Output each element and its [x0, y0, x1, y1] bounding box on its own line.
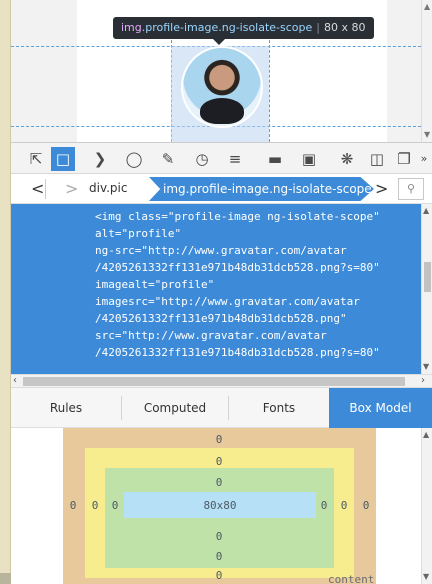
- scroll-down-icon[interactable]: ▼: [423, 572, 429, 581]
- scroll-down-icon[interactable]: ▼: [424, 130, 430, 139]
- border-top-value[interactable]: 0: [209, 455, 229, 468]
- padding-left-value[interactable]: 0: [105, 499, 125, 512]
- performance-icon[interactable]: ◷: [190, 147, 214, 171]
- tooltip-tag: img: [121, 21, 142, 34]
- border-right-value[interactable]: 0: [334, 499, 354, 512]
- guide-line-right: [269, 40, 270, 142]
- markup-horizontal-scrollbar[interactable]: ‹ ›: [11, 374, 432, 388]
- markup-line[interactable]: ng-src="http://www.gravatar.com/avatar: [95, 242, 347, 259]
- tab-box-model[interactable]: Box Model: [329, 388, 432, 428]
- avatar-shirt: [200, 98, 244, 124]
- breadcrumb-next-icon[interactable]: >: [375, 179, 388, 199]
- breadcrumb-forward-icon[interactable]: >: [65, 179, 78, 199]
- scratchpad-icon[interactable]: ▣: [297, 147, 321, 171]
- border-bottom-value[interactable]: 0: [209, 550, 229, 563]
- settings-icon[interactable]: ❋: [335, 147, 359, 171]
- scroll-up-icon[interactable]: ▲: [423, 430, 429, 439]
- scroll-down-icon[interactable]: ▼: [423, 362, 429, 371]
- storage-icon[interactable]: ▬: [263, 147, 287, 171]
- split-console-icon[interactable]: ❐: [392, 147, 416, 171]
- page-preview: img.profile-image.ng-isolate-scope | 80 x …: [11, 0, 421, 142]
- markup-vertical-scrollbar[interactable]: ▲ ▼: [421, 204, 432, 374]
- network-icon[interactable]: ≡: [223, 147, 247, 171]
- margin-bottom-value[interactable]: 0: [209, 569, 229, 582]
- breadcrumb-back-icon[interactable]: <: [31, 179, 44, 199]
- margin-right-value[interactable]: 0: [356, 499, 376, 512]
- box-model-panel: 0 0 0 0 0 0 0 0 0 0 0 0 80x80 content: [11, 428, 421, 584]
- markup-line[interactable]: imagealt="profile": [95, 276, 214, 293]
- tab-rules[interactable]: Rules: [11, 388, 121, 428]
- margin-top-value[interactable]: 0: [209, 433, 229, 446]
- tooltip-classes: .profile-image.ng-isolate-scope: [141, 21, 313, 34]
- box-model-caption: content: [328, 573, 375, 584]
- markup-line[interactable]: <img class="profile-image ng-isolate-sco…: [95, 208, 380, 225]
- markup-line[interactable]: src="http://www.gravatar.com/avatar: [95, 327, 327, 344]
- markup-line[interactable]: imagesrc="http://www.gravatar.com/avatar: [95, 293, 360, 310]
- gutter-corner: [0, 573, 11, 584]
- breadcrumb: < > div.pic img.profile-image.ng-isolate…: [11, 174, 432, 204]
- scroll-up-icon[interactable]: ▲: [423, 206, 429, 215]
- padding-bottom-value[interactable]: 0: [209, 530, 229, 543]
- tab-fonts[interactable]: Fonts: [229, 388, 329, 428]
- markup-view[interactable]: <img class="profile-image ng-isolate-sco…: [11, 204, 421, 374]
- markup-line[interactable]: /4205261332ff131e971b48db31dcb528.png?s=…: [95, 259, 380, 276]
- scrollbar-thumb[interactable]: [23, 377, 405, 386]
- responsive-mode-icon[interactable]: □: [51, 147, 75, 171]
- breadcrumb-divider: [45, 179, 46, 199]
- profile-image[interactable]: [183, 48, 261, 126]
- scroll-left-icon[interactable]: ‹: [13, 375, 17, 386]
- border-left-value[interactable]: 0: [85, 499, 105, 512]
- breadcrumb-item-img[interactable]: img.profile-image.ng-isolate-scope: [149, 177, 374, 201]
- markup-line[interactable]: alt="profile": [95, 225, 181, 242]
- pick-element-icon[interactable]: ⇱: [24, 147, 48, 171]
- scrollbar-thumb[interactable]: [424, 262, 431, 292]
- more-icon[interactable]: »: [416, 147, 432, 171]
- breadcrumb-item-div-pic[interactable]: div.pic: [89, 181, 127, 195]
- padding-top-value[interactable]: 0: [209, 476, 229, 489]
- margin-left-value[interactable]: 0: [63, 499, 83, 512]
- console-icon[interactable]: ❯: [88, 147, 112, 171]
- element-tooltip: img.profile-image.ng-isolate-scope | 80 x …: [113, 17, 374, 45]
- markup-line[interactable]: /4205261332ff131e971b48db31dcb528.png?s=…: [95, 344, 380, 361]
- markup-line[interactable]: /4205261332ff131e971b48db31dcb528.png": [95, 310, 347, 327]
- dock-icon[interactable]: ◫: [365, 147, 389, 171]
- preview-scrollbar[interactable]: ▲ ▼: [421, 0, 432, 142]
- scroll-right-icon[interactable]: ›: [421, 375, 425, 386]
- tooltip-dimensions: 80 x 80: [324, 21, 366, 34]
- tab-computed[interactable]: Computed: [122, 388, 228, 428]
- left-gutter: [0, 0, 11, 584]
- sidebar-tabs: Rules Computed Fonts Box Model: [11, 388, 432, 428]
- style-editor-icon[interactable]: ✎: [156, 147, 180, 171]
- scroll-up-icon[interactable]: ▲: [424, 2, 430, 11]
- debugger-icon[interactable]: ◯: [122, 147, 146, 171]
- padding-right-value[interactable]: 0: [314, 499, 334, 512]
- box-model-scrollbar[interactable]: ▲ ▼: [421, 428, 432, 584]
- devtools-toolbar: ⇱ □ ❯ ◯ ✎ ◷ ≡ ▬ ▣ ❋ ◫ ❐ »: [11, 142, 432, 174]
- tooltip-separator: |: [316, 21, 321, 34]
- content-dimensions: 80x80: [203, 499, 237, 512]
- search-icon[interactable]: ⚲: [398, 178, 424, 200]
- devtools-window: img.profile-image.ng-isolate-scope | 80 x …: [0, 0, 432, 584]
